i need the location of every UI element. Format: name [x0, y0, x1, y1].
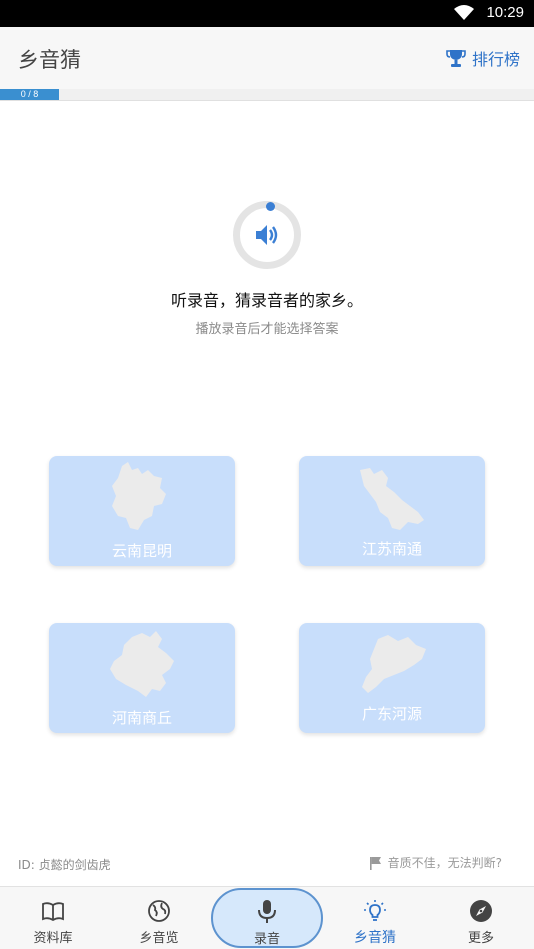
compass-icon [470, 900, 492, 922]
speaker-icon [256, 225, 278, 245]
answer-option-guangdong-heyuan[interactable]: 广东河源 [299, 623, 485, 733]
nav-item-library[interactable]: 资料库 [0, 887, 106, 949]
option-label: 广东河源 [361, 705, 422, 723]
nav-label: 更多 [467, 931, 494, 946]
flag-icon [369, 856, 381, 870]
answer-option-yunnan-kunming[interactable]: 云南昆明 [49, 456, 235, 566]
nav-label: 录音 [253, 932, 280, 947]
guangdong-map-icon [362, 635, 426, 693]
nav-label: 乡音猜 [354, 930, 396, 946]
nav-item-guess[interactable]: 乡音猜 [322, 887, 428, 949]
lightbulb-icon [364, 900, 386, 921]
question-hint: 播放录音后才能选择答案 [195, 322, 339, 337]
app-bar: 乡音猜 排行榜 [0, 27, 534, 89]
playback-position-dot [266, 202, 275, 211]
answer-option-jiangsu-nantong[interactable]: 江苏南通 [299, 456, 485, 566]
leaderboard-label: 排行榜 [471, 50, 520, 69]
nav-label: 乡音览 [139, 931, 179, 946]
nav-item-browse[interactable]: 乡音览 [106, 887, 212, 949]
user-id-label: ID: 贞懿的剑齿虎 [18, 858, 111, 872]
report-poor-audio-link[interactable]: 音质不佳，无法判断? [369, 854, 502, 871]
henan-map-icon [110, 631, 174, 697]
page-title: 乡音猜 [18, 48, 81, 72]
status-time: 10:29 [486, 4, 524, 21]
yunnan-map-icon [112, 462, 166, 530]
question-prompt: 听录音，猜录音者的家乡。 [170, 291, 363, 310]
answer-option-henan-shangqiu[interactable]: 河南商丘 [49, 623, 235, 733]
nav-item-more[interactable]: 更多 [428, 887, 534, 949]
progress-text: 0 / 8 [20, 89, 39, 99]
microphone-icon [258, 900, 276, 923]
wifi-icon [454, 5, 474, 20]
play-recording-button[interactable] [233, 201, 301, 269]
status-bar: 10:29 [0, 0, 534, 27]
book-icon [42, 902, 64, 922]
globe-icon [148, 900, 170, 922]
report-label: 音质不佳，无法判断? [387, 856, 502, 870]
leaderboard-button[interactable]: 排行榜 [446, 46, 520, 70]
jiangsu-map-icon [360, 468, 424, 530]
progress-bar: 0 / 8 [0, 89, 534, 101]
option-label: 河南商丘 [111, 709, 172, 727]
option-label: 云南昆明 [111, 542, 172, 560]
nav-label: 资料库 [33, 931, 73, 946]
nav-item-record[interactable]: 录音 [211, 888, 323, 948]
option-label: 江苏南通 [361, 540, 422, 558]
trophy-icon [446, 50, 466, 67]
